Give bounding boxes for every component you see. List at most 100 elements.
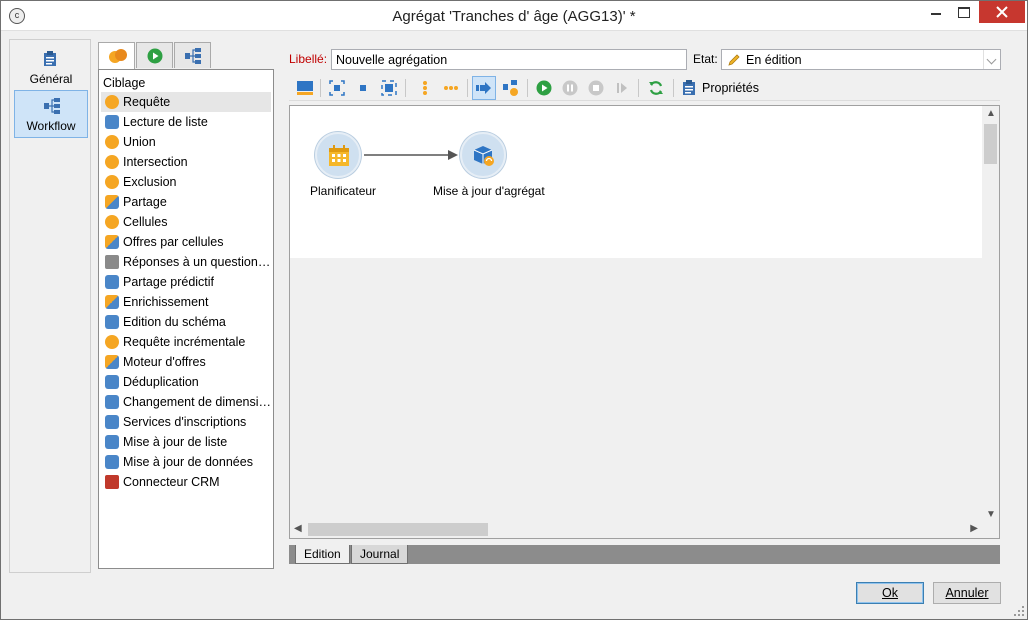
union-icon	[105, 135, 119, 149]
palette-item-enrichissement[interactable]: Enrichissement	[101, 292, 271, 312]
etat-label: Etat:	[693, 52, 718, 66]
palette-item-exclusion[interactable]: Exclusion	[101, 172, 271, 192]
workflow-toolbar: Propriétés	[289, 75, 1000, 101]
properties-button[interactable]: Propriétés	[702, 81, 759, 95]
close-button[interactable]	[979, 1, 1025, 23]
pause-button[interactable]	[560, 78, 580, 98]
tab-journal[interactable]: Journal	[351, 545, 409, 564]
canvas-tabs: Edition Journal	[289, 545, 1000, 564]
palette-item-partage[interactable]: Partage	[101, 192, 271, 212]
workflow-properties-button[interactable]	[501, 78, 521, 98]
palette-item-label: Moteur d'offres	[123, 355, 206, 369]
palette-item-mise-a-jour-de-liste[interactable]: Mise à jour de liste	[101, 432, 271, 452]
palette-item-label: Réponses à un questionna...	[123, 255, 271, 269]
tab-actions[interactable]	[174, 42, 211, 68]
node-mise-a-jour-agregat[interactable]	[460, 132, 506, 178]
palette-item-partage-predictif[interactable]: Partage prédictif	[101, 272, 271, 292]
tab-edition[interactable]: Edition	[295, 545, 350, 564]
palette-item-intersection[interactable]: Intersection	[101, 152, 271, 172]
vertical-scrollbar[interactable]: ▲ ▼	[982, 106, 999, 522]
palette-item-cellules[interactable]: Cellules	[101, 212, 271, 232]
node-planificateur[interactable]	[315, 132, 361, 178]
horizontal-scrollbar[interactable]: ◀ ▶	[290, 521, 982, 538]
workflow-canvas[interactable]: Planificateur Mise à jour d'agrégat ▲ ▼ …	[289, 105, 1000, 539]
etat-select[interactable]: En édition	[721, 49, 1001, 70]
palette-item-label: Cellules	[123, 215, 168, 229]
clipboard-icon	[683, 80, 695, 95]
horizontal-layout-button[interactable]	[441, 78, 461, 98]
separator	[673, 79, 674, 97]
palette-item-changement-de-dimension[interactable]: Changement de dimension	[101, 392, 271, 412]
start-button[interactable]	[534, 78, 554, 98]
zoom-in-button[interactable]	[327, 78, 347, 98]
palette-item-deduplication[interactable]: Déduplication	[101, 372, 271, 392]
palette-item-union[interactable]: Union	[101, 132, 271, 152]
palette-item-requete-incrementale[interactable]: Requête incrémentale	[101, 332, 271, 352]
etat-value: En édition	[746, 53, 802, 67]
scrollbar-thumb[interactable]	[308, 523, 488, 536]
palette-item-requete[interactable]: Requête	[101, 92, 271, 112]
fit-to-window-button[interactable]	[379, 78, 399, 98]
palette-item-offres-par-cellules[interactable]: Offres par cellules	[101, 232, 271, 252]
title-bar: c Agrégat 'Tranches d' âge (AGG13)' *	[1, 1, 1027, 31]
cancel-button[interactable]: Annuler	[933, 582, 1001, 604]
palette-item-label: Mise à jour de liste	[123, 435, 228, 449]
data-update-icon	[105, 455, 119, 469]
chevron-down-icon[interactable]	[983, 50, 1000, 69]
actual-size-button[interactable]	[353, 78, 373, 98]
nav-item-workflow[interactable]: Workflow	[14, 90, 88, 138]
palette-item-lecture-de-liste[interactable]: Lecture de liste	[101, 112, 271, 132]
dimension-change-icon	[105, 395, 119, 409]
pause-icon	[562, 80, 578, 96]
tab-targeting[interactable]	[98, 42, 135, 70]
palette-item-mise-a-jour-de-donnees[interactable]: Mise à jour de données	[101, 452, 271, 472]
ok-button[interactable]: Ok	[856, 582, 924, 604]
palette-item-label: Lecture de liste	[123, 115, 208, 129]
palette-item-moteur-d-offres[interactable]: Moteur d'offres	[101, 352, 271, 372]
cube-update-icon	[473, 146, 494, 166]
stop-button[interactable]	[586, 78, 606, 98]
stop-icon	[588, 80, 604, 96]
split-icon	[105, 195, 119, 209]
vertical-layout-button[interactable]	[415, 78, 435, 98]
canvas-drawing-area[interactable]: Planificateur Mise à jour d'agrégat	[290, 106, 982, 258]
maximize-button[interactable]	[949, 1, 979, 23]
palette-item-connecteur-crm[interactable]: Connecteur CRM	[101, 472, 271, 492]
scroll-up-icon[interactable]: ▲	[986, 108, 996, 119]
minimize-button[interactable]	[921, 1, 951, 23]
enrichment-icon	[105, 295, 119, 309]
palette-item-label: Partage prédictif	[123, 275, 215, 289]
refresh-button[interactable]	[646, 78, 666, 98]
refresh-icon	[649, 81, 663, 95]
play-icon	[147, 48, 163, 64]
play-icon	[536, 80, 552, 96]
palette-item-label: Intersection	[123, 155, 188, 169]
palette-item-label: Partage	[123, 195, 167, 209]
dialog-window: c Agrégat 'Tranches d' âge (AGG13)' * Gé…	[0, 0, 1028, 620]
nav-item-general[interactable]: Général	[14, 44, 88, 92]
nav-item-label: Workflow	[26, 119, 76, 133]
fit-icon	[381, 80, 397, 96]
list-update-icon	[105, 435, 119, 449]
step-forward-icon	[617, 83, 627, 93]
tab-flow-control[interactable]	[136, 42, 173, 68]
transition-mode-button[interactable]	[472, 76, 496, 100]
step-button[interactable]	[612, 78, 632, 98]
layout-button[interactable]	[295, 78, 315, 98]
scroll-down-icon[interactable]: ▼	[986, 509, 996, 520]
palette-item-edition-du-schema[interactable]: Edition du schéma	[101, 312, 271, 332]
intersection-icon	[105, 155, 119, 169]
scroll-right-icon[interactable]: ▶	[970, 523, 978, 534]
targeting-icon	[109, 49, 127, 63]
scroll-left-icon[interactable]: ◀	[294, 523, 302, 534]
separator	[527, 79, 528, 97]
activity-palette: Ciblage Requête Lecture de liste Union I…	[98, 69, 274, 569]
properties-icon-button[interactable]	[680, 78, 700, 98]
palette-item-services-d-inscriptions[interactable]: Services d'inscriptions	[101, 412, 271, 432]
libelle-input[interactable]	[331, 49, 687, 70]
palette-item-reponses-questionnaire[interactable]: Réponses à un questionna...	[101, 252, 271, 272]
resize-grip-icon[interactable]	[1014, 606, 1024, 616]
scrollbar-thumb[interactable]	[984, 124, 997, 164]
offers-cells-icon	[105, 235, 119, 249]
subscription-services-icon	[105, 415, 119, 429]
